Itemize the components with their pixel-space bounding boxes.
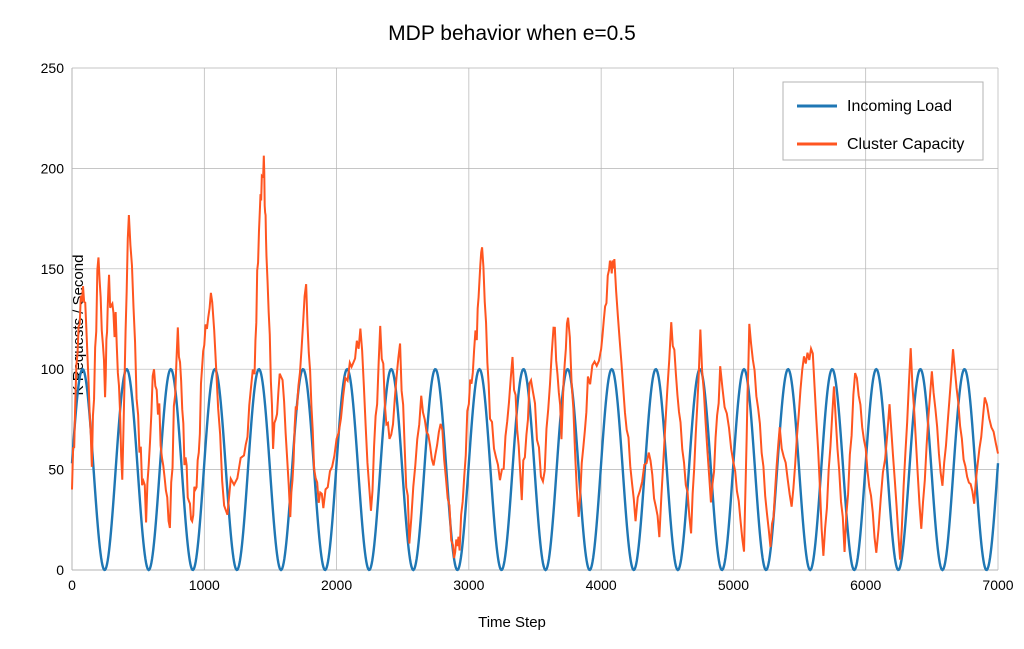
chart-container: MDP behavior when e=0.5 K Requests / Sec… <box>0 0 1024 649</box>
x-tick-label: 2000 <box>321 577 352 593</box>
x-tick-label: 1000 <box>189 577 220 593</box>
x-tick-label: 7000 <box>982 577 1013 593</box>
y-tick-label: 200 <box>41 160 65 176</box>
chart-svg: 0 50 100 150 200 250 0 1000 2000 3000 4000 5000 6000… <box>0 0 1024 649</box>
x-tick-label: 4000 <box>586 577 617 593</box>
x-tick-label: 3000 <box>453 577 484 593</box>
x-tick-label: 5000 <box>718 577 749 593</box>
x-tick-label: 0 <box>68 577 76 593</box>
series-cluster-capacity <box>72 156 998 560</box>
legend-label: Cluster Capacity <box>847 136 964 153</box>
legend-label: Incoming Load <box>847 98 952 115</box>
y-tick-label: 150 <box>41 261 65 277</box>
x-tick-label: 6000 <box>850 577 881 593</box>
y-tick-label: 100 <box>41 361 65 377</box>
y-tick-label: 0 <box>56 562 64 578</box>
y-tick-label: 250 <box>41 60 65 76</box>
y-tick-label: 50 <box>48 462 64 478</box>
